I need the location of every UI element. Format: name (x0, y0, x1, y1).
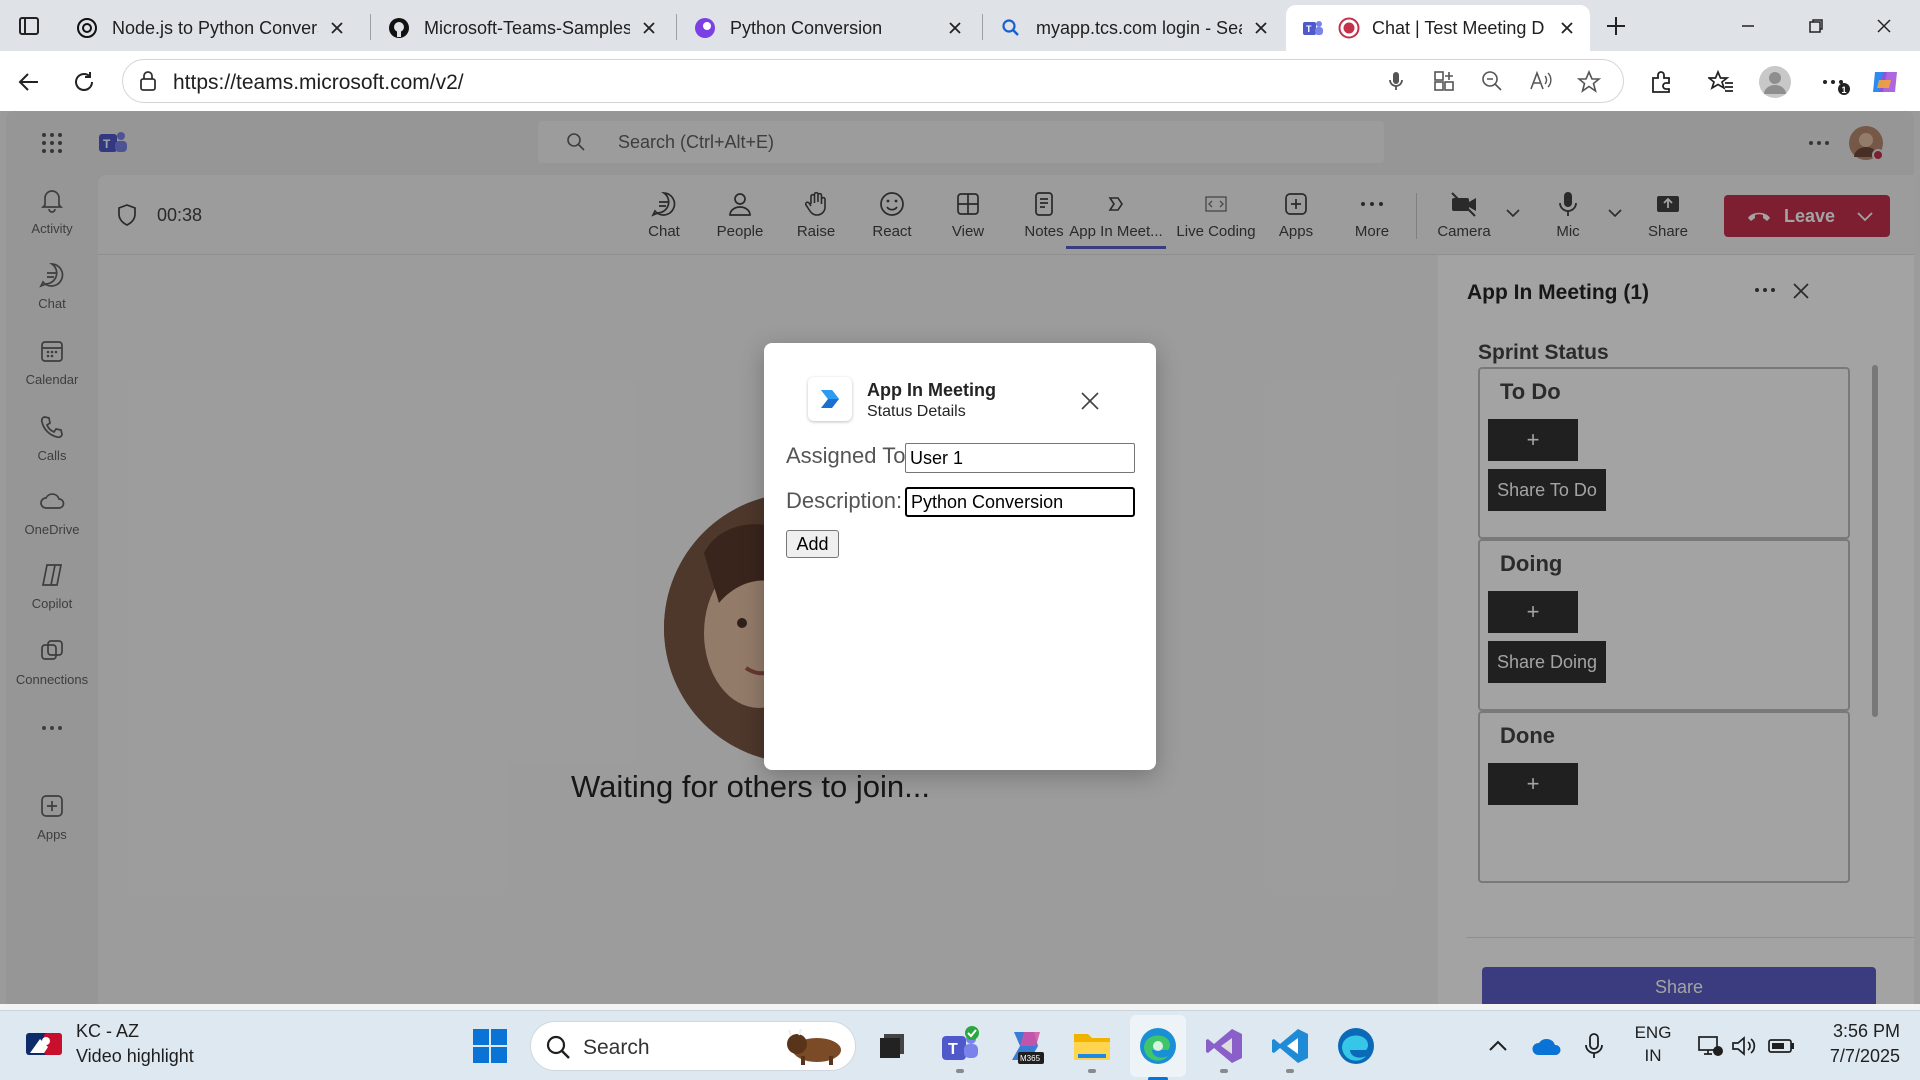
dialog-close-button[interactable] (1076, 387, 1104, 415)
dialog-title: App In Meeting (867, 380, 996, 400)
search-icon (1000, 17, 1022, 39)
close-icon[interactable] (1556, 17, 1578, 39)
copilot-sidebar-icon[interactable] (1868, 65, 1902, 99)
running-indicator (1088, 1069, 1096, 1073)
browser-toolbar: https://teams.microsoft.com/v2/ 1 (0, 51, 1920, 111)
onedrive-icon[interactable] (1524, 1024, 1568, 1068)
profile-avatar[interactable] (1758, 65, 1792, 99)
teams-icon: T (1302, 17, 1324, 39)
assigned-to-label: Assigned To: (786, 443, 912, 468)
vscode-icon[interactable] (1268, 1024, 1312, 1068)
settings-more-icon[interactable]: 1 (1818, 65, 1852, 99)
plus-icon (1607, 17, 1625, 35)
tab-chatgpt[interactable]: Node.js to Python Convers (60, 5, 360, 51)
tab-python-conversion[interactable]: Python Conversion (678, 5, 978, 51)
running-indicator (1286, 1069, 1294, 1073)
start-button[interactable] (468, 1024, 512, 1068)
bison-highlight-icon (785, 1026, 851, 1066)
running-indicator (1220, 1069, 1228, 1073)
app-logo-icon (808, 377, 852, 421)
refresh-button[interactable] (67, 65, 101, 99)
weather-title: KC - AZ (76, 1021, 140, 1041)
new-tab-button[interactable] (1600, 10, 1632, 42)
browser-tab-strip: Node.js to Python Convers Microsoft-Team… (0, 0, 1920, 51)
tab-title: myapp.tcs.com login - Sear (1036, 17, 1242, 38)
clock[interactable]: 3:56 PM 7/7/2025 (1800, 1021, 1900, 1071)
edge-dev-icon[interactable] (1334, 1024, 1378, 1068)
tab-separator (370, 14, 371, 40)
taskbar-search[interactable]: Search (530, 1021, 856, 1071)
favorite-star-icon[interactable] (1577, 70, 1601, 94)
weather-subtitle: Video highlight (76, 1046, 194, 1066)
chevron-up-icon[interactable] (1476, 1024, 1520, 1068)
clock-time: 3:56 PM (1832, 1021, 1900, 1041)
tab-actions-icon[interactable] (16, 13, 42, 39)
description-label: Description: (786, 488, 903, 513)
tab-title: Node.js to Python Convers (112, 17, 318, 38)
task-view-icon[interactable] (870, 1024, 914, 1068)
status-details-dialog: App In Meeting Status Details Assigned T… (764, 343, 1156, 770)
assigned-to-input[interactable] (905, 443, 1135, 473)
search-icon (545, 1034, 571, 1060)
url-text: https://teams.microsoft.com/v2/ (173, 71, 464, 94)
lock-icon[interactable] (137, 70, 159, 92)
language-line-1: ENG (1634, 1023, 1672, 1042)
file-explorer-icon[interactable] (1070, 1024, 1114, 1068)
svg-text:1: 1 (1842, 85, 1847, 95)
close-icon[interactable] (326, 17, 348, 39)
tab-separator (676, 14, 677, 40)
address-bar[interactable]: https://teams.microsoft.com/v2/ (122, 59, 1624, 103)
github-icon (388, 17, 410, 39)
clock-date: 7/7/2025 (1829, 1046, 1900, 1066)
app-available-icon[interactable] (1433, 70, 1455, 92)
mlb-logo-icon (26, 1033, 62, 1055)
language-line-2: IN (1644, 1046, 1662, 1065)
svg-text:T: T (948, 1041, 958, 1058)
weather-widget[interactable]: KC - AZ Video highlight (26, 1019, 266, 1073)
close-icon (1081, 392, 1099, 410)
language-indicator[interactable]: ENG IN (1628, 1023, 1678, 1069)
tab-bing-search[interactable]: myapp.tcs.com login - Sear (984, 5, 1284, 51)
tab-title: Python Conversion (730, 17, 883, 38)
close-icon[interactable] (1250, 17, 1272, 39)
tab-teams-chat[interactable]: T Chat | Test Meeting D (1286, 5, 1590, 51)
battery-icon[interactable] (1760, 1024, 1804, 1068)
restore-button[interactable] (1782, 0, 1850, 51)
tab-separator (982, 14, 983, 40)
minimize-button[interactable] (1714, 0, 1782, 51)
add-button[interactable]: Add (786, 530, 839, 558)
recording-icon (1338, 17, 1360, 39)
description-input[interactable] (905, 487, 1135, 517)
tab-github[interactable]: Microsoft-Teams-Samples/ (372, 5, 672, 51)
m365-icon[interactable]: M365 (1004, 1024, 1048, 1068)
favorites-icon[interactable] (1704, 65, 1738, 99)
read-aloud-icon[interactable] (1529, 70, 1553, 92)
microphone-tray-icon[interactable] (1572, 1024, 1616, 1068)
taskbar-search-label: Search (583, 1036, 650, 1059)
close-icon[interactable] (638, 17, 660, 39)
mic-icon[interactable] (1385, 70, 1407, 92)
dialog-subtitle: Status Details (867, 403, 966, 420)
teams-taskbar-icon[interactable]: T (938, 1024, 982, 1068)
zoom-out-icon[interactable] (1481, 70, 1503, 92)
extensions-icon[interactable] (1644, 65, 1678, 99)
chatgpt-icon (76, 17, 98, 39)
tab-title: Chat | Test Meeting D (1372, 17, 1545, 38)
back-button[interactable] (12, 65, 46, 99)
copilot-icon (694, 17, 716, 39)
close-icon[interactable] (944, 17, 966, 39)
svg-text:T: T (1306, 24, 1312, 34)
tab-title: Microsoft-Teams-Samples/ (424, 17, 630, 38)
svg-text:M365: M365 (1020, 1054, 1041, 1063)
edge-taskbar-icon[interactable] (1136, 1024, 1180, 1068)
visual-studio-icon[interactable] (1202, 1024, 1246, 1068)
close-window-button[interactable] (1850, 0, 1918, 51)
running-indicator (956, 1069, 964, 1073)
windows-taskbar: KC - AZ Video highlight Search T M365 EN… (0, 1010, 1920, 1080)
windows-logo-icon (473, 1029, 507, 1063)
